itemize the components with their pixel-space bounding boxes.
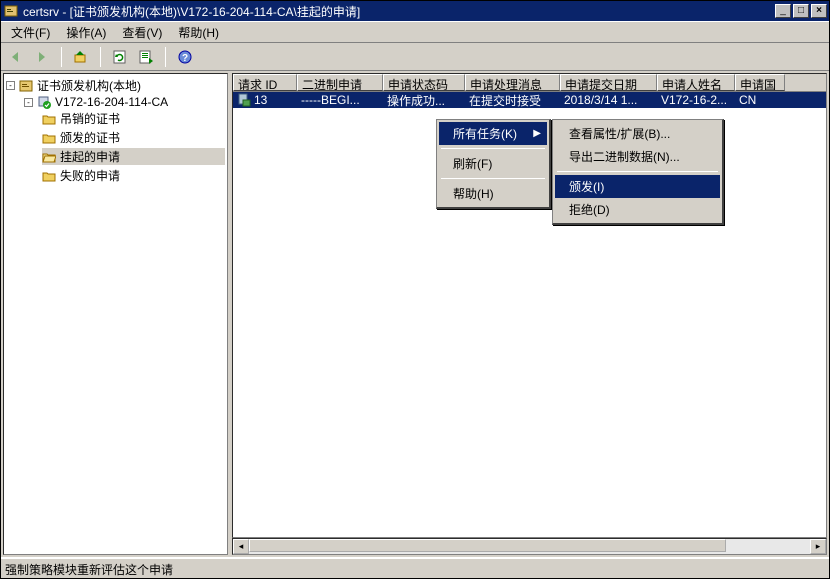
ctx-help[interactable]: 帮助(H) <box>439 182 547 205</box>
tree-failed[interactable]: 失败的申请 <box>42 167 225 184</box>
ctx-export-binary[interactable]: 导出二进制数据(N)... <box>555 145 720 168</box>
context-submenu: 查看属性/扩展(B)... 导出二进制数据(N)... 颁发(I) 拒绝(D) <box>552 119 724 225</box>
ctx-all-tasks[interactable]: 所有任务(K) ▶ <box>439 122 547 145</box>
status-text: 强制策略模块重新评估这个申请 <box>5 563 173 577</box>
app-icon <box>3 3 19 19</box>
h-scrollbar[interactable]: ◂ ▸ <box>232 538 827 555</box>
up-button[interactable] <box>70 46 92 68</box>
submenu-arrow-icon: ▶ <box>533 128 541 139</box>
minimize-button[interactable]: _ <box>775 4 791 18</box>
menu-action[interactable]: 操作(A) <box>58 22 114 43</box>
ctx-separator <box>441 178 545 179</box>
menu-view[interactable]: 查看(V) <box>114 22 170 43</box>
export-list-button[interactable] <box>135 46 157 68</box>
folder-icon <box>42 131 56 145</box>
ctx-deny[interactable]: 拒绝(D) <box>555 198 720 221</box>
window-title: certsrv - [证书颁发机构(本地)\V172-16-204-114-CA… <box>23 3 775 20</box>
svg-text:?: ? <box>182 53 188 64</box>
cert-authority-icon <box>19 79 33 93</box>
folder-icon <box>42 169 56 183</box>
col-request-id[interactable]: 请求 ID <box>233 74 297 91</box>
tree-pending[interactable]: 挂起的申请 <box>42 148 225 165</box>
tree-ca[interactable]: - V172-16-204-114-CA <box>24 95 225 109</box>
maximize-button[interactable]: □ <box>793 4 809 18</box>
ctx-separator <box>557 171 718 172</box>
col-status-code[interactable]: 申请状态码 <box>383 74 465 91</box>
tree-pane[interactable]: - 证书颁发机构(本地) - V172-16-204-114-CA <box>3 73 228 555</box>
close-button[interactable]: × <box>811 4 827 18</box>
scroll-right-button[interactable]: ▸ <box>810 539 826 554</box>
tree-root[interactable]: - 证书颁发机构(本地) <box>6 77 225 94</box>
ctx-refresh[interactable]: 刷新(F) <box>439 152 547 175</box>
request-icon <box>237 93 251 107</box>
folder-icon <box>42 112 56 126</box>
collapse-icon[interactable]: - <box>24 98 33 107</box>
tree-revoked[interactable]: 吊销的证书 <box>42 110 225 127</box>
list-row[interactable]: 13 -----BEGI... 操作成功... 在提交时接受 2018/3/14… <box>233 92 826 108</box>
refresh-button[interactable] <box>109 46 131 68</box>
scroll-thumb[interactable] <box>249 539 726 552</box>
collapse-icon[interactable]: - <box>6 81 15 90</box>
context-menu: 所有任务(K) ▶ 刷新(F) 帮助(H) <box>436 119 551 209</box>
title-bar: certsrv - [证书颁发机构(本地)\V172-16-204-114-CA… <box>1 1 829 21</box>
status-bar: 强制策略模块重新评估这个申请 <box>1 558 829 578</box>
ctx-view-attr[interactable]: 查看属性/扩展(B)... <box>555 122 720 145</box>
toolbar: ? <box>1 43 829 71</box>
scroll-left-button[interactable]: ◂ <box>233 539 249 554</box>
back-button <box>5 46 27 68</box>
scroll-track[interactable] <box>249 539 810 554</box>
col-submit-date[interactable]: 申请提交日期 <box>560 74 657 91</box>
col-binary-request[interactable]: 二进制申请 <box>297 74 383 91</box>
list-header: 请求 ID 二进制申请 申请状态码 申请处理消息 申请提交日期 申请人姓名 申请… <box>233 74 826 92</box>
ctx-issue[interactable]: 颁发(I) <box>555 175 720 198</box>
col-country[interactable]: 申请国 <box>735 74 785 91</box>
forward-button <box>31 46 53 68</box>
menu-help[interactable]: 帮助(H) <box>170 22 227 43</box>
col-disposition-msg[interactable]: 申请处理消息 <box>465 74 560 91</box>
folder-open-icon <box>42 150 56 164</box>
server-ok-icon <box>37 95 51 109</box>
menu-bar: 文件(F) 操作(A) 查看(V) 帮助(H) <box>1 21 829 43</box>
col-requester[interactable]: 申请人姓名 <box>657 74 735 91</box>
tree-issued[interactable]: 颁发的证书 <box>42 129 225 146</box>
help-button[interactable]: ? <box>174 46 196 68</box>
menu-file[interactable]: 文件(F) <box>3 22 58 43</box>
ctx-separator <box>441 148 545 149</box>
